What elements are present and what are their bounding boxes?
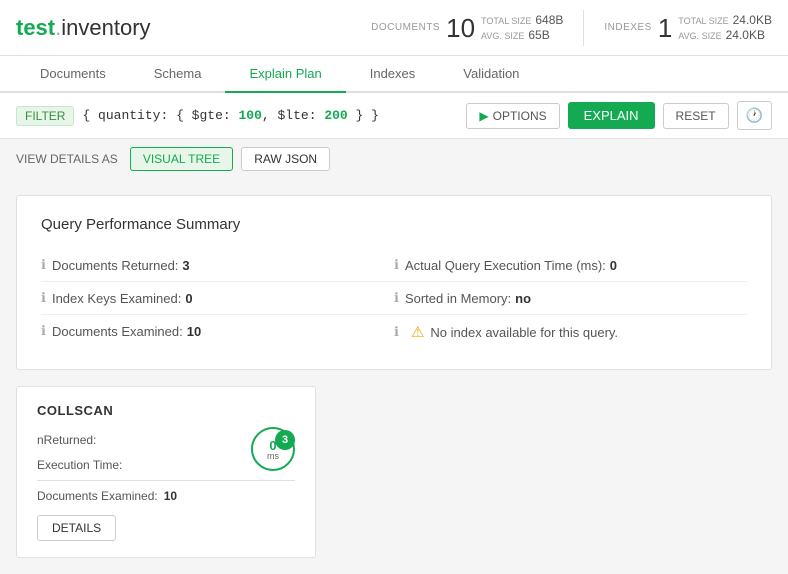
info-icon-1: ℹ (41, 257, 46, 273)
perf-right-col: ℹ Actual Query Execution Time (ms): 0 ℹ … (394, 249, 747, 349)
docs-examined-val: 10 (164, 489, 177, 503)
avg-size-val1: 65B (528, 28, 549, 42)
exec-time-unit: ms (267, 451, 279, 461)
warning-icon: ⚠ (411, 323, 424, 341)
indexes-size-group: TOTAL SIZE 24.0KB AVG. SIZE 24.0KB (678, 13, 772, 42)
documents-count: 10 (446, 15, 475, 41)
total-size-val1: 648B (535, 13, 563, 27)
view-toolbar: VIEW DETAILS AS VISUAL TREE RAW JSON (0, 139, 788, 179)
docs-examined-label: Documents Examined: (52, 324, 183, 339)
indexes-count: 1 (658, 15, 672, 41)
warning-text: No index available for this query. (430, 325, 618, 340)
tab-explain-plan[interactable]: Explain Plan (225, 56, 345, 93)
docs-examined-label2: Documents Examined: (37, 489, 158, 503)
query-comma: , $lte: (262, 108, 324, 123)
tab-schema[interactable]: Schema (130, 56, 226, 93)
perf-summary-title: Query Performance Summary (41, 216, 747, 233)
logo-inventory: inventory (61, 15, 150, 40)
logo-test: test (16, 15, 55, 40)
tab-validation[interactable]: Validation (439, 56, 543, 93)
collscan-divider (37, 480, 295, 481)
indexes-avg-size: AVG. SIZE 24.0KB (678, 28, 772, 42)
query-close: } } (348, 108, 379, 123)
info-icon-4: ℹ (394, 257, 399, 273)
collscan-card: COLLSCAN nReturned: 3 Execution Time: 0 … (16, 386, 316, 558)
perf-row-docs-examined: ℹ Documents Examined: 10 (41, 315, 394, 347)
details-button[interactable]: DETAILS (37, 515, 116, 541)
query-val2: 200 (324, 108, 347, 123)
query-display: { quantity: { $gte: 100, $lte: 200 } } (82, 108, 458, 123)
perf-grid: ℹ Documents Returned: 3 ℹ Index Keys Exa… (41, 249, 747, 349)
info-icon-6: ℹ (394, 324, 399, 340)
perf-row-warning: ℹ ⚠ No index available for this query. (394, 315, 747, 349)
info-icon-2: ℹ (41, 290, 46, 306)
tab-indexes[interactable]: Indexes (346, 56, 440, 93)
explain-button[interactable]: EXPLAIN (568, 102, 655, 129)
collscan-exectime-row: Execution Time: (37, 458, 225, 472)
header: test.inventory DOCUMENTS 10 TOTAL SIZE 6… (0, 0, 788, 56)
documents-label: DOCUMENTS (371, 22, 440, 33)
sorted-value: no (515, 291, 531, 306)
collscan-title: COLLSCAN (37, 403, 295, 418)
index-keys-label: Index Keys Examined: (52, 291, 181, 306)
history-button[interactable]: 🕐 (737, 101, 772, 130)
raw-json-button[interactable]: RAW JSON (241, 147, 330, 171)
docs-examined-row: Documents Examined: 10 (37, 489, 295, 503)
total-size-label1: TOTAL SIZE (481, 16, 531, 26)
query-toolbar: FILTER { quantity: { $gte: 100, $lte: 20… (0, 93, 788, 139)
exec-time-label2: Execution Time: (37, 458, 122, 472)
documents-avg-size: AVG. SIZE 65B (481, 28, 563, 42)
query-val1: 100 (238, 108, 261, 123)
exec-time-circle: 0 ms (251, 427, 295, 471)
reset-button[interactable]: RESET (663, 103, 729, 129)
history-icon: 🕐 (746, 107, 763, 123)
visual-tree-button[interactable]: VISUAL TREE (130, 147, 233, 171)
options-label: OPTIONS (493, 109, 547, 123)
index-keys-value: 0 (185, 291, 192, 306)
sorted-label: Sorted in Memory: (405, 291, 511, 306)
indexes-total-size: TOTAL SIZE 24.0KB (678, 13, 772, 27)
documents-size-group: TOTAL SIZE 648B AVG. SIZE 65B (481, 13, 563, 42)
perf-left-col: ℹ Documents Returned: 3 ℹ Index Keys Exa… (41, 249, 394, 349)
tab-documents[interactable]: Documents (16, 56, 130, 93)
indexes-stat: INDEXES 1 TOTAL SIZE 24.0KB AVG. SIZE 24… (604, 13, 772, 42)
info-icon-3: ℹ (41, 323, 46, 339)
total-size-val2: 24.0KB (733, 13, 772, 27)
filter-badge[interactable]: FILTER (16, 106, 74, 126)
exec-time-label: Actual Query Execution Time (ms): (405, 258, 606, 273)
perf-row-sorted: ℹ Sorted in Memory: no (394, 282, 747, 315)
view-as-label: VIEW DETAILS AS (16, 152, 118, 166)
docs-returned-label: Documents Returned: (52, 258, 178, 273)
total-size-label2: TOTAL SIZE (678, 16, 728, 26)
info-icon-5: ℹ (394, 290, 399, 306)
avg-size-label2: AVG. SIZE (678, 31, 721, 41)
perf-row-exec-time: ℹ Actual Query Execution Time (ms): 0 (394, 249, 747, 282)
stat-divider (583, 10, 584, 46)
query-prefix: { quantity: { $gte: (82, 108, 238, 123)
options-arrow-icon: ▶ (479, 109, 488, 123)
nreturned-label: nReturned: (37, 433, 96, 447)
performance-summary: Query Performance Summary ℹ Documents Re… (16, 195, 772, 370)
nav-tabs: Documents Schema Explain Plan Indexes Va… (0, 56, 788, 93)
avg-size-label1: AVG. SIZE (481, 31, 524, 41)
exec-time-value: 0 (610, 258, 617, 273)
logo: test.inventory (16, 15, 151, 41)
options-button[interactable]: ▶ OPTIONS (466, 103, 559, 129)
perf-row-docs-returned: ℹ Documents Returned: 3 (41, 249, 394, 282)
documents-stat: DOCUMENTS 10 TOTAL SIZE 648B AVG. SIZE 6… (371, 13, 563, 42)
main-content: Query Performance Summary ℹ Documents Re… (0, 179, 788, 574)
avg-size-val2: 24.0KB (726, 28, 765, 42)
indexes-label: INDEXES (604, 22, 651, 33)
docs-returned-value: 3 (182, 258, 189, 273)
documents-total-size: TOTAL SIZE 648B (481, 13, 563, 27)
docs-examined-value: 10 (187, 324, 201, 339)
perf-row-index-keys: ℹ Index Keys Examined: 0 (41, 282, 394, 315)
